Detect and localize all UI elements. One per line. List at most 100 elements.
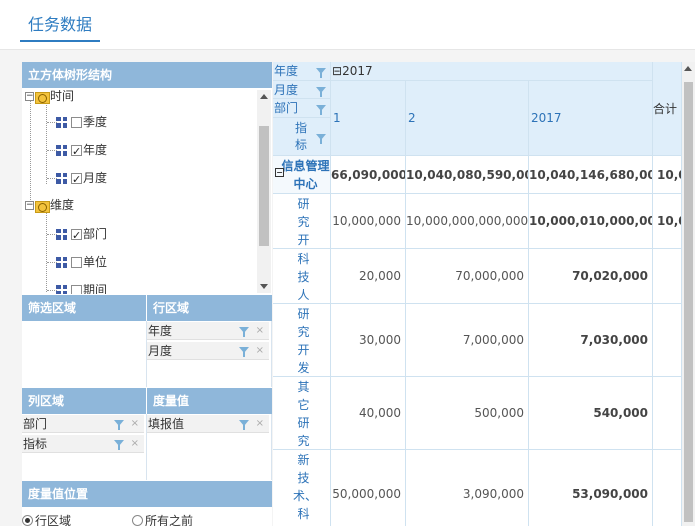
tree-scrollbar[interactable] [257,90,271,293]
pivot-cell: 50,000,000 [331,450,406,526]
pivot-cell: 70,020,000 [529,249,653,304]
cube-tree-title: 立方体树形结构 [22,62,272,88]
tree-node-label: 时间 [50,90,75,103]
row-zone-item[interactable]: 月度 × [147,342,269,360]
pivot-row-header[interactable]: 研究开发固定资产 [273,304,331,377]
tree-node-label: 季度 [83,115,108,129]
tree-node-dimension[interactable]: − 维度 [25,195,74,215]
checkbox-checked[interactable] [71,226,82,246]
pivot-header-month[interactable]: 月度 [273,81,331,99]
tree-node-department[interactable]: 部门 [56,224,108,246]
pivot-header-department[interactable]: 部门 [273,99,331,118]
filter-icon[interactable] [316,134,326,144]
pivot-cell: 10,0 [653,194,682,249]
tree-node-label: 部门 [83,227,108,241]
row-zone-item[interactable]: 年度 × [147,322,269,340]
radio-all-before[interactable]: 所有之前 [132,512,193,526]
row-zone-title: 行区域 [147,295,272,321]
col-zone[interactable]: 部门 × 指标 × [22,414,147,480]
pivot-cell: 3,090,000 [406,450,529,526]
tree-node-quarter[interactable]: 季度 [56,112,107,132]
tree-node-unit[interactable]: 单位 [56,252,107,272]
folder-icon [35,90,50,104]
measure-zone-item[interactable]: 填报值 × [147,415,269,433]
filter-icon[interactable] [239,420,249,430]
header-label: 年度 [274,64,299,78]
scroll-up-icon[interactable] [684,66,692,71]
pivot-cell: 7,030,000 [529,304,653,377]
close-icon[interactable]: × [131,415,139,433]
filter-icon[interactable] [114,420,124,430]
pivot-column-header-total[interactable]: 合计 [653,62,682,156]
dimension-icon [56,144,67,156]
tree-node-label: 单位 [83,255,108,269]
tree-node-year[interactable]: 年度 [56,140,107,162]
col-zone-item[interactable]: 部门 × [22,415,144,433]
top-bar: 任务数据 [0,0,695,50]
row-label: 信息管理中心 [281,159,330,191]
pivot-cell: 66,090,000 [331,156,406,194]
zone-item-label: 填报值 [148,417,185,431]
radio-selected[interactable] [22,515,33,526]
row-zone[interactable]: 年度 × 月度 × [147,321,272,387]
pivot-row-header[interactable]: 其它研究开发费用 [273,377,331,450]
scroll-thumb[interactable] [259,126,269,246]
scroll-up-icon[interactable] [260,94,268,99]
tab-task-data[interactable]: 任务数据 [20,12,101,42]
close-icon[interactable]: × [256,322,264,340]
pivot-row-header[interactable]: 新技术、科研设备 [273,450,331,526]
pivot-header-indicator[interactable]: 指标 [273,118,331,156]
col-zone-item[interactable]: 指标 × [22,435,144,453]
dimension-icon [56,172,67,184]
filter-icon[interactable] [316,87,326,97]
scroll-down-icon[interactable] [260,284,268,289]
tree-node-label: 维度 [50,198,75,212]
pivot-year-header[interactable]: ⊟2017 [331,62,653,81]
scroll-thumb[interactable] [684,82,693,522]
radio-row-area[interactable]: 行区域 [22,512,71,526]
tree-node-month[interactable]: 月度 [56,168,107,190]
pivot-cell [653,304,682,377]
collapse-icon[interactable]: ⊟ [332,64,342,78]
pivot-row-header[interactable]: 研究开发费用 [273,194,331,249]
checkbox[interactable] [71,256,82,268]
pivot-header-year[interactable]: 年度 [273,62,331,81]
pivot-cell: 10,000,000 [331,194,406,249]
close-icon[interactable]: × [131,435,139,453]
filter-zone-title: 筛选区域 [22,295,146,321]
checkbox[interactable] [71,284,82,294]
filter-icon[interactable] [239,327,249,337]
pivot-row-header[interactable]: 科技人员人工 [273,249,331,304]
tree-node-time[interactable]: − 时间 [25,90,74,106]
radio[interactable] [132,515,143,526]
measure-zone[interactable]: 填报值 × [147,414,272,480]
pivot-column-header[interactable]: 2 [406,81,529,156]
year-value: 2017 [342,64,373,78]
cube-tree: − 时间 季度 年度 月度 − 维度 [22,90,272,294]
filter-icon[interactable] [239,347,249,357]
pivot-column-header[interactable]: 1 [331,81,406,156]
pivot-cell [653,377,682,450]
pivot-cell: 10,0 [653,156,682,194]
zone-item-label: 指标 [23,437,48,451]
checkbox-checked[interactable] [71,170,82,190]
collapse-icon[interactable]: − [25,200,34,210]
close-icon[interactable]: × [256,342,264,360]
pivot-column-header[interactable]: 2017 [529,81,653,156]
filter-icon[interactable] [316,105,326,115]
checkbox-checked[interactable] [71,142,82,162]
close-icon[interactable]: × [256,415,264,433]
pivot-table: 年度 月度 部门 指标 ⊟2017 1 2 2017 合计 − 信息管理中心 6… [273,62,682,526]
filter-zone[interactable] [22,321,147,387]
pivot-cell: 500,000 [406,377,529,450]
pivot-row-header-group[interactable]: − 信息管理中心 [273,156,331,194]
pivot-cell [653,249,682,304]
collapse-icon[interactable]: − [275,168,284,177]
filter-icon[interactable] [114,440,124,450]
tree-node-period[interactable]: 期间 [56,280,107,294]
checkbox[interactable] [71,116,82,128]
pivot-scrollbar[interactable] [682,62,695,526]
filter-icon[interactable] [316,68,326,78]
pivot-cell: 10,000,000,000,000 [406,194,529,249]
collapse-icon[interactable]: − [25,91,34,101]
